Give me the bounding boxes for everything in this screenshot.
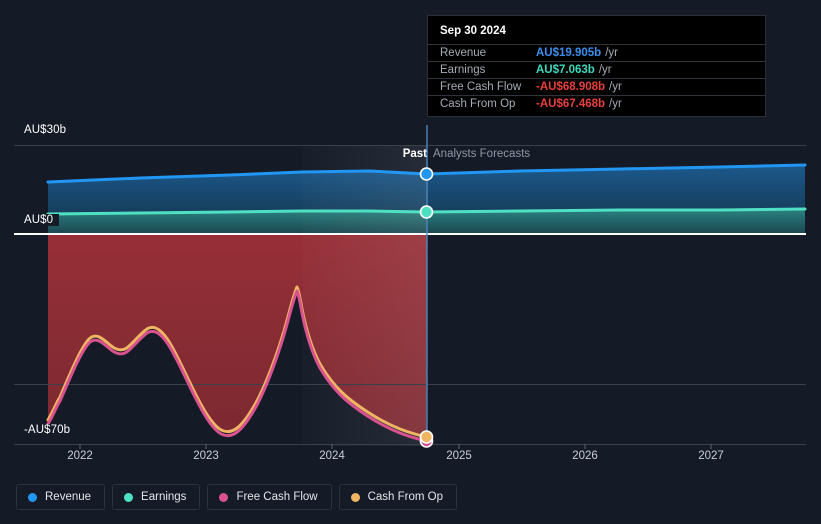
tooltip-row-unit: /yr [609, 98, 622, 110]
x-axis-label-2022: 2022 [67, 450, 93, 462]
tooltip-row-label: Revenue [440, 47, 487, 59]
legend-color-dot-icon [350, 492, 360, 502]
legend-item-label: Earnings [141, 491, 187, 503]
tooltip-row-value-group: -AU$68.908b/yr [536, 81, 622, 93]
chart-legend[interactable]: Revenue Earnings Free Cash Flow Cash From O… [16, 484, 458, 510]
tooltip-row: Earnings AU$7.063b/yr [428, 61, 765, 78]
tooltip-row-value: AU$7.063b [536, 64, 595, 76]
legend-item-label: Free Cash Flow [236, 491, 318, 503]
tooltip-row-unit: /yr [605, 47, 618, 59]
tooltip-rows: Revenue AU$19.905b/yr Earnings AU$7.063b/yr… [428, 44, 765, 112]
tooltip-row-value: -AU$68.908b [536, 81, 606, 93]
chart-tooltip: Sep 30 2024 Revenue AU$19.905b/yr Earnings… [427, 15, 766, 117]
legend-color-dot-icon [219, 492, 229, 502]
tooltip-date: Sep 30 2024 [440, 25, 506, 37]
hover-band [302, 146, 427, 446]
x-axis-label-2024: 2024 [319, 450, 345, 462]
past-label: Past [402, 148, 427, 160]
legend-item-label: Revenue [45, 491, 92, 503]
chart-root: AU$30b AU$0 -AU$70b 2022 2023 2024 2025 … [0, 0, 821, 524]
legend-item-label: Cash From Op [367, 491, 444, 503]
y-axis-label-bottom: -AU$70b [24, 424, 77, 436]
tooltip-row-value: AU$19.905b [536, 47, 602, 59]
tooltip-row-unit: /yr [598, 64, 612, 76]
tooltip-row: Cash From Op -AU$67.468b/yr [428, 95, 765, 112]
tooltip-row-label: Earnings [440, 64, 486, 76]
x-axis-label-2023: 2023 [193, 450, 219, 462]
tooltip-row-value: -AU$67.468b [536, 98, 606, 110]
tooltip-row: Free Cash Flow -AU$68.908b/yr [428, 78, 765, 95]
y-axis-label-top: AU$30b [24, 124, 73, 136]
legend-item-free-cash-flow[interactable]: Free Cash Flow [207, 484, 332, 510]
tooltip-row: Revenue AU$19.905b/yr [428, 44, 765, 61]
x-axis-label-2026: 2026 [572, 450, 598, 462]
tooltip-row-label: Free Cash Flow [440, 81, 522, 93]
legend-item-revenue[interactable]: Revenue [16, 484, 106, 510]
x-axis-label-2025: 2025 [446, 450, 472, 462]
tooltip-row-value-group: AU$19.905b/yr [536, 47, 618, 59]
legend-color-dot-icon [28, 492, 37, 502]
legend-item-earnings[interactable]: Earnings [112, 484, 201, 510]
legend-color-dot-icon [124, 492, 134, 502]
y-axis-label-zero: AU$0 [24, 214, 60, 226]
analysts-forecasts-label: Analysts Forecasts [433, 148, 531, 160]
tooltip-row-label: Cash From Op [440, 98, 516, 110]
tooltip-row-value-group: -AU$67.468b/yr [536, 98, 622, 110]
legend-item-cash-from-op[interactable]: Cash From Op [338, 484, 458, 510]
x-axis-label-2027: 2027 [698, 450, 724, 462]
tooltip-row-unit: /yr [609, 81, 622, 93]
tooltip-row-value-group: AU$7.063b/yr [536, 64, 612, 76]
